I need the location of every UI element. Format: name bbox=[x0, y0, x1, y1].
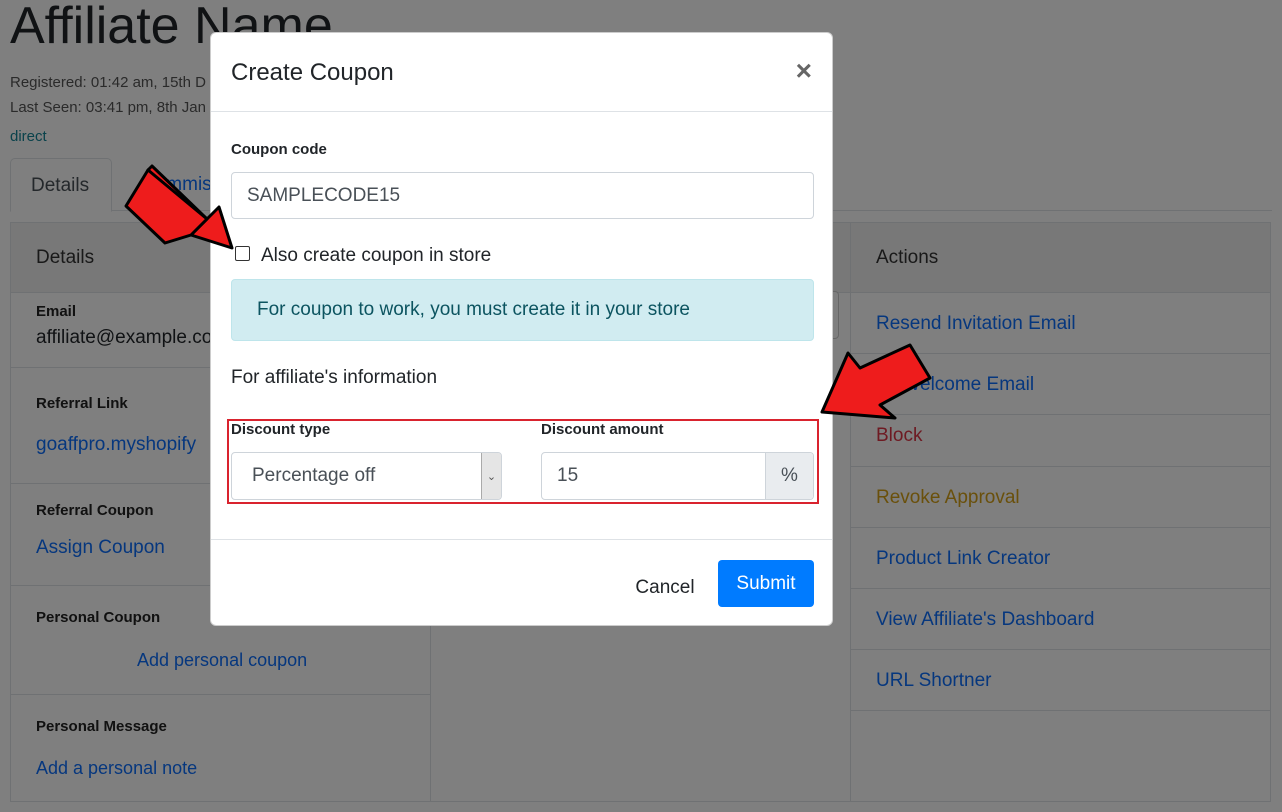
percent-addon: % bbox=[765, 453, 813, 499]
coupon-code-input[interactable]: SAMPLECODE15 bbox=[231, 172, 814, 219]
coupon-code-value: SAMPLECODE15 bbox=[247, 184, 401, 206]
modal-header: Create Coupon × bbox=[211, 33, 832, 112]
discount-type-value: Percentage off bbox=[252, 465, 376, 486]
create-in-store-label[interactable]: Also create coupon in store bbox=[261, 245, 491, 267]
affiliate-info-text: For affiliate's information bbox=[231, 367, 438, 388]
create-coupon-modal: Create Coupon × Coupon code SAMPLECODE15… bbox=[210, 32, 833, 626]
submit-button[interactable]: Submit bbox=[718, 560, 814, 607]
discount-amount-input[interactable]: 15 % bbox=[541, 452, 814, 500]
close-icon[interactable]: × bbox=[796, 57, 812, 85]
coupon-code-label: Coupon code bbox=[231, 141, 327, 158]
discount-amount-label: Discount amount bbox=[541, 421, 664, 438]
discount-type-label: Discount type bbox=[231, 421, 331, 438]
chevron-down-icon[interactable]: ⌄ bbox=[481, 453, 501, 499]
modal-footer: Cancel Submit bbox=[211, 539, 832, 627]
modal-title: Create Coupon bbox=[231, 59, 394, 86]
discount-amount-value: 15 bbox=[557, 465, 579, 486]
discount-type-select[interactable]: Percentage off ⌄ bbox=[231, 452, 502, 500]
cancel-button[interactable]: Cancel bbox=[617, 564, 713, 611]
info-alert: For coupon to work, you must create it i… bbox=[231, 279, 814, 341]
create-in-store-checkbox[interactable] bbox=[235, 246, 250, 261]
